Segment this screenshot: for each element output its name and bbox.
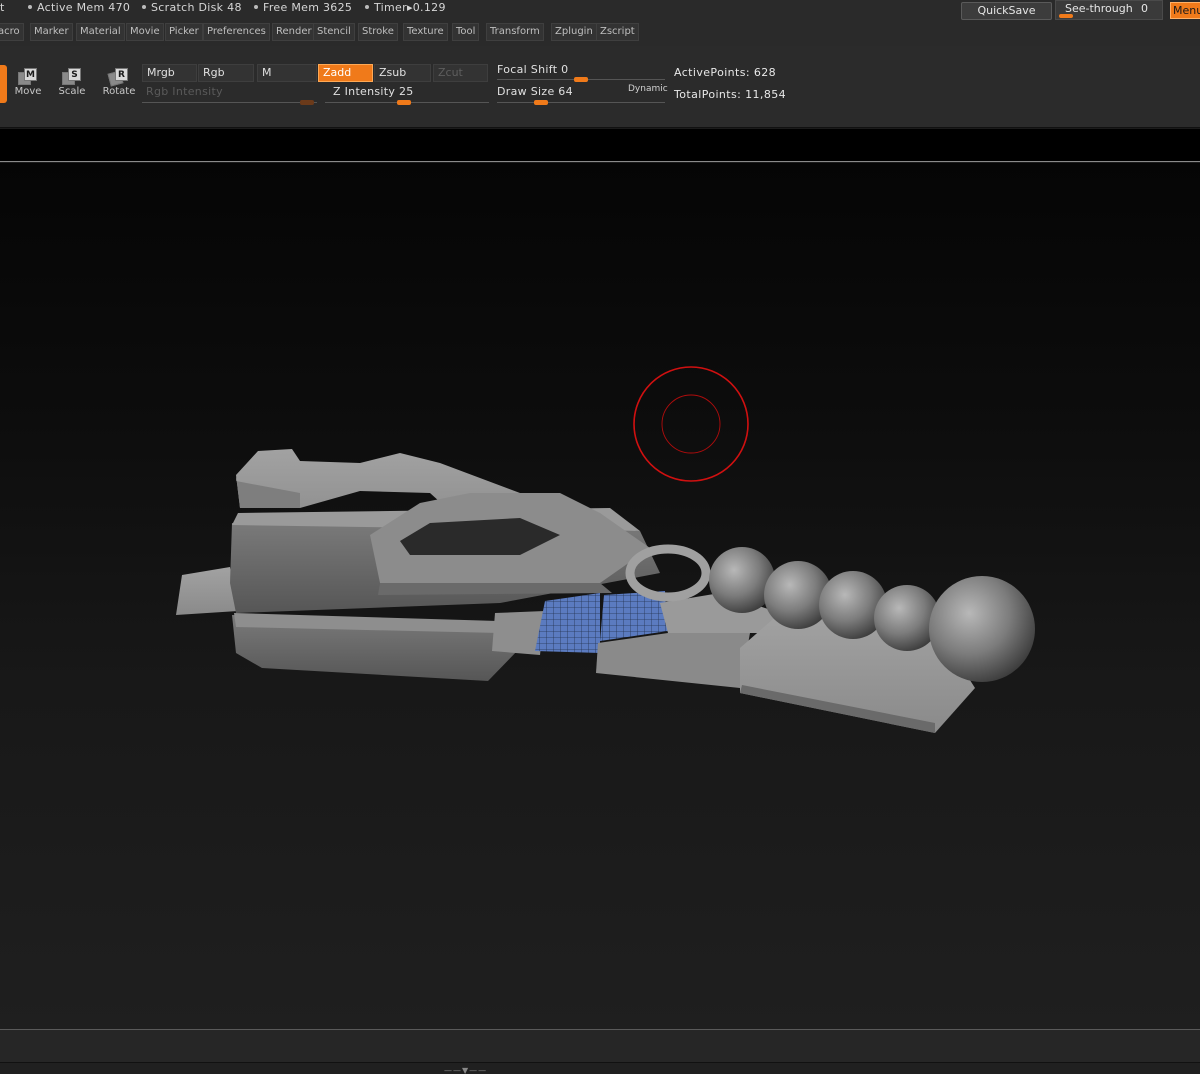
bottom-shelf (0, 1029, 1200, 1062)
brush-cursor-outer (633, 366, 749, 482)
move-icon: M (18, 68, 38, 85)
menu-stroke[interactable]: Stroke (358, 23, 398, 41)
z-intensity-label: Z Intensity 25 (333, 85, 414, 98)
status-left-fragment: t (0, 1, 5, 14)
mrgb-button[interactable]: Mrgb (142, 64, 197, 82)
focal-shift-handle[interactable] (574, 77, 588, 82)
active-mem-readout: Active Mem 470 (28, 1, 130, 14)
menu-render[interactable]: Render (272, 23, 316, 41)
menu-movie[interactable]: Movie (126, 23, 164, 41)
rgb-intensity-slider[interactable] (142, 102, 317, 103)
menu-stencil[interactable]: Stencil (313, 23, 355, 41)
menu-picker[interactable]: Picker (165, 23, 203, 41)
scale-label: Scale (58, 86, 86, 97)
menu-transform[interactable]: Transform (486, 23, 544, 41)
quicksave-button[interactable]: QuickSave (961, 2, 1052, 20)
bottom-tray-strip (0, 1062, 1200, 1074)
dynamic-toggle[interactable]: Dynamic (628, 84, 668, 94)
timer-readout: Timer▸0.129 (365, 1, 446, 14)
rotate-label: Rotate (102, 86, 136, 97)
rgb-intensity-label: Rgb Intensity (146, 85, 223, 98)
draw-mode-button[interactable] (0, 65, 7, 103)
draw-size-slider[interactable] (497, 102, 665, 103)
rgb-intensity-handle[interactable] (300, 100, 314, 105)
zcut-button[interactable]: Zcut (433, 64, 488, 82)
brush-cursor-inner (661, 394, 721, 454)
bead-5-large (929, 576, 1035, 682)
menu-material[interactable]: Material (76, 23, 125, 41)
see-through-value: 0 (1141, 2, 1148, 15)
free-mem-readout: Free Mem 3625 (254, 1, 352, 14)
bottom-tray-grip[interactable]: ——▼—— (444, 1067, 574, 1074)
menu-texture[interactable]: Texture (403, 23, 448, 41)
menu-preferences[interactable]: Preferences (203, 23, 270, 41)
z-intensity-handle[interactable] (397, 100, 411, 105)
draw-size-label: Draw Size 64 (497, 85, 573, 98)
menu-marker[interactable]: Marker (30, 23, 73, 41)
rotate-icon: R (107, 68, 129, 87)
see-through-handle[interactable] (1059, 14, 1073, 18)
rgb-button[interactable]: Rgb (198, 64, 254, 82)
rotate-button[interactable]: R Rotate (99, 68, 139, 97)
move-button[interactable]: M Move (8, 68, 48, 97)
menu-bar: acro Marker Material Movie Picker Prefer… (0, 20, 1200, 46)
masked-teeth-left (535, 593, 600, 653)
move-label: Move (14, 86, 42, 97)
menus-toggle-button[interactable]: Menus (1170, 2, 1200, 19)
zsub-button[interactable]: Zsub (374, 64, 431, 82)
m-button[interactable]: M (257, 64, 317, 82)
zipper-left-tab (176, 567, 238, 615)
menu-macro[interactable]: acro (0, 23, 24, 41)
scale-icon: S (62, 68, 82, 85)
scale-button[interactable]: S Scale (52, 68, 92, 97)
zipper-pull-model (176, 366, 1035, 733)
menu-tool[interactable]: Tool (452, 23, 480, 41)
tool-shelf: M Move S Scale R Rotate Mrgb Rgb M Zadd … (0, 46, 1200, 128)
see-through-label: See-through (1065, 2, 1133, 15)
document-top-strip (0, 129, 1200, 162)
active-points-readout: ActivePoints: 628 (674, 66, 777, 79)
focal-shift-label: Focal Shift 0 (497, 63, 569, 76)
menu-zplugin[interactable]: Zplugin (551, 23, 597, 41)
bead-4 (874, 585, 940, 651)
scratch-disk-readout: Scratch Disk 48 (142, 1, 242, 14)
menu-zscript[interactable]: Zscript (596, 23, 639, 41)
draw-size-handle[interactable] (534, 100, 548, 105)
see-through-slider[interactable]: See-through 0 (1055, 0, 1163, 20)
status-bar: t Active Mem 470 Scratch Disk 48 Free Me… (0, 0, 1200, 20)
zadd-button[interactable]: Zadd (318, 64, 373, 82)
total-points-readout: TotalPoints: 11,854 (674, 88, 787, 101)
document-canvas[interactable] (0, 163, 1200, 1029)
